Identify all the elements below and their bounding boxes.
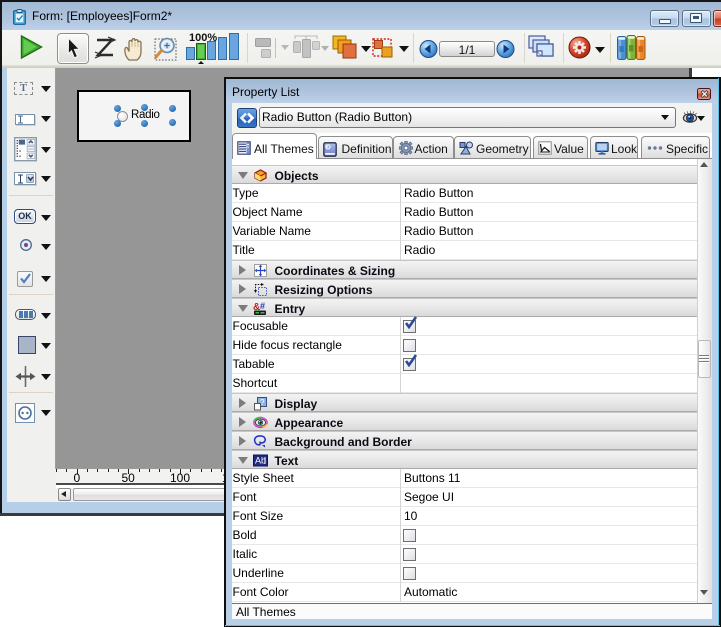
svg-text:Ab: Ab xyxy=(255,456,266,466)
svg-text:#: # xyxy=(260,301,265,311)
